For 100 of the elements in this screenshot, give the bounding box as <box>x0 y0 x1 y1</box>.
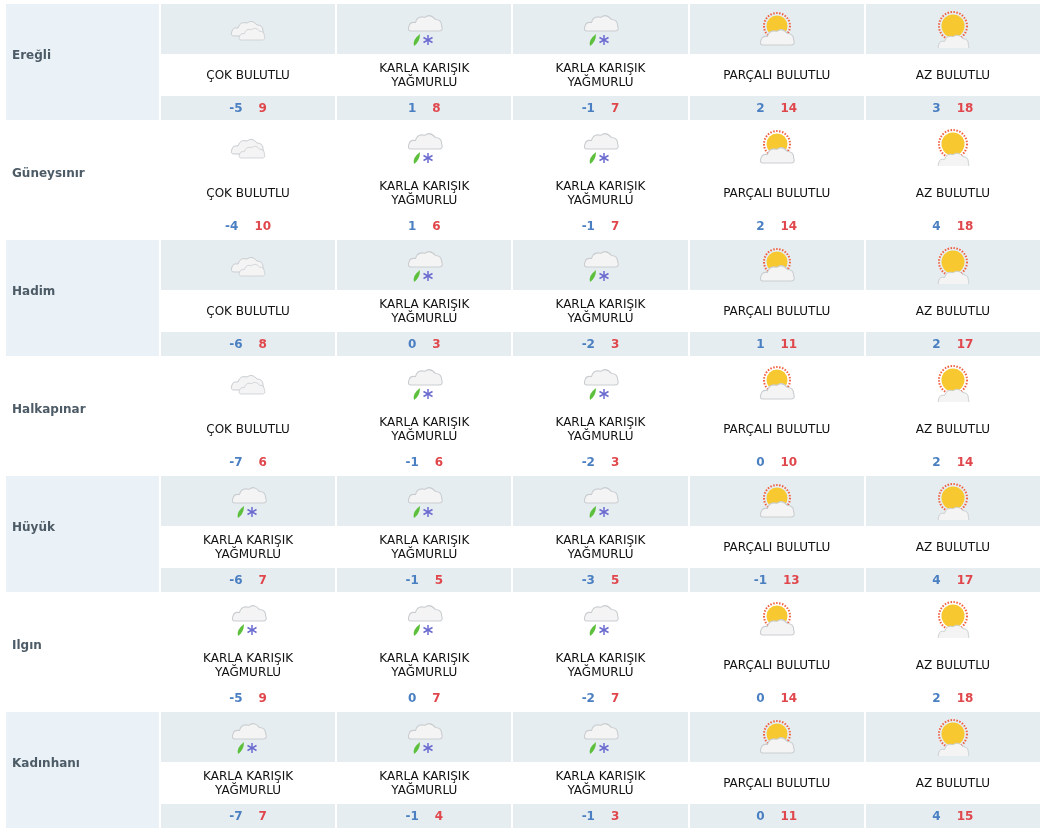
high-temperature: 17 <box>956 573 974 587</box>
low-temperature: -1 <box>753 573 767 587</box>
high-temperature: 3 <box>611 809 620 823</box>
city-name: Güneysınır <box>12 166 85 180</box>
condition-text: PARÇALI BULUTLU <box>723 304 831 318</box>
condition-text: ÇOK BULUTLU <box>206 68 290 82</box>
low-temperature: 1 <box>756 337 765 351</box>
high-temperature: 6 <box>434 455 444 469</box>
low-temperature: 2 <box>932 455 941 469</box>
condition-text: KARLA KARIŞIK YAĞMURLU <box>554 297 647 325</box>
low-temperature: 4 <box>932 809 941 823</box>
low-temperature: -1 <box>405 455 419 469</box>
high-temperature: 10 <box>254 219 272 233</box>
condition-text: PARÇALI BULUTLU <box>723 540 831 554</box>
condition-text: AZ BULUTLU <box>915 68 991 82</box>
high-temperature: 5 <box>611 573 620 587</box>
low-temperature: -5 <box>229 101 243 115</box>
condition-text: AZ BULUTLU <box>915 186 991 200</box>
condition-text: AZ BULUTLU <box>915 304 991 318</box>
high-temperature: 15 <box>956 809 974 823</box>
condition-text: ÇOK BULUTLU <box>206 186 290 200</box>
high-temperature: 5 <box>434 573 444 587</box>
condition-text: PARÇALI BULUTLU <box>723 422 831 436</box>
high-temperature: 9 <box>258 101 267 115</box>
high-temperature: 13 <box>783 573 800 587</box>
low-temperature: -2 <box>581 337 595 351</box>
high-temperature: 3 <box>611 337 620 351</box>
low-temperature: 3 <box>932 101 941 115</box>
high-temperature: 14 <box>780 101 798 115</box>
high-temperature: 4 <box>434 809 444 823</box>
low-temperature: 2 <box>756 101 765 115</box>
low-temperature: -2 <box>581 691 595 705</box>
low-temperature: -1 <box>405 809 419 823</box>
condition-text: KARLA KARIŞIK YAĞMURLU <box>378 651 471 679</box>
low-temperature: -1 <box>405 573 419 587</box>
condition-text: KARLA KARIŞIK YAĞMURLU <box>378 61 471 89</box>
low-temperature: -7 <box>229 809 243 823</box>
high-temperature: 8 <box>258 337 267 351</box>
low-temperature: -3 <box>581 573 595 587</box>
condition-text: AZ BULUTLU <box>915 422 991 436</box>
high-temperature: 3 <box>432 337 441 351</box>
high-temperature: 7 <box>258 573 267 587</box>
low-temperature: -4 <box>225 219 239 233</box>
condition-text: KARLA KARIŞIK YAĞMURLU <box>554 61 647 89</box>
low-temperature: 0 <box>407 337 417 351</box>
condition-text: AZ BULUTLU <box>915 658 991 672</box>
low-temperature: -6 <box>229 573 243 587</box>
condition-text: KARLA KARIŞIK YAĞMURLU <box>378 415 471 443</box>
low-temperature: 0 <box>407 691 417 705</box>
condition-text: KARLA KARIŞIK YAĞMURLU <box>378 297 471 325</box>
low-temperature: 4 <box>932 573 941 587</box>
high-temperature: 8 <box>432 101 441 115</box>
high-temperature: 14 <box>956 455 974 469</box>
city-name: Ilgın <box>12 638 42 652</box>
condition-text: KARLA KARIŞIK YAĞMURLU <box>202 651 295 679</box>
condition-text: KARLA KARIŞIK YAĞMURLU <box>378 179 471 207</box>
high-temperature: 10 <box>780 455 798 469</box>
condition-text: KARLA KARIŞIK YAĞMURLU <box>554 769 647 797</box>
condition-text: KARLA KARIŞIK YAĞMURLU <box>202 769 295 797</box>
condition-text: KARLA KARIŞIK YAĞMURLU <box>554 651 647 679</box>
high-temperature: 9 <box>258 691 267 705</box>
condition-text: AZ BULUTLU <box>915 776 991 790</box>
low-temperature: 1 <box>407 219 417 233</box>
city-name: Ereğli <box>12 48 52 62</box>
condition-text: PARÇALI BULUTLU <box>723 776 831 790</box>
high-temperature: 7 <box>611 101 620 115</box>
low-temperature: 0 <box>756 691 765 705</box>
high-temperature: 7 <box>258 809 267 823</box>
low-temperature: -2 <box>581 455 595 469</box>
high-temperature: 18 <box>956 219 974 233</box>
condition-text: PARÇALI BULUTLU <box>723 186 831 200</box>
high-temperature: 14 <box>780 691 798 705</box>
low-temperature: -7 <box>229 455 243 469</box>
low-temperature: 2 <box>932 691 941 705</box>
condition-text: PARÇALI BULUTLU <box>723 658 831 672</box>
condition-text: ÇOK BULUTLU <box>206 422 290 436</box>
low-temperature: 4 <box>932 219 941 233</box>
low-temperature: -1 <box>581 809 595 823</box>
high-temperature: 14 <box>780 219 798 233</box>
low-temperature: 1 <box>407 101 417 115</box>
city-name: Hüyük <box>12 520 55 534</box>
high-temperature: 6 <box>432 219 441 233</box>
condition-text: KARLA KARIŞIK YAĞMURLU <box>378 769 471 797</box>
low-temperature: 0 <box>756 455 765 469</box>
condition-text: PARÇALI BULUTLU <box>723 68 831 82</box>
low-temperature: -6 <box>229 337 243 351</box>
condition-text: KARLA KARIŞIK YAĞMURLU <box>202 533 295 561</box>
high-temperature: 18 <box>956 101 974 115</box>
low-temperature: 0 <box>756 809 765 823</box>
condition-text: ÇOK BULUTLU <box>206 304 290 318</box>
high-temperature: 11 <box>780 337 798 351</box>
condition-text: KARLA KARIŞIK YAĞMURLU <box>378 533 471 561</box>
high-temperature: 18 <box>956 691 974 705</box>
high-temperature: 7 <box>611 219 620 233</box>
condition-text: KARLA KARIŞIK YAĞMURLU <box>554 415 647 443</box>
high-temperature: 7 <box>432 691 441 705</box>
low-temperature: 2 <box>932 337 941 351</box>
low-temperature: -1 <box>581 219 595 233</box>
high-temperature: 7 <box>611 691 620 705</box>
condition-text: KARLA KARIŞIK YAĞMURLU <box>554 179 647 207</box>
